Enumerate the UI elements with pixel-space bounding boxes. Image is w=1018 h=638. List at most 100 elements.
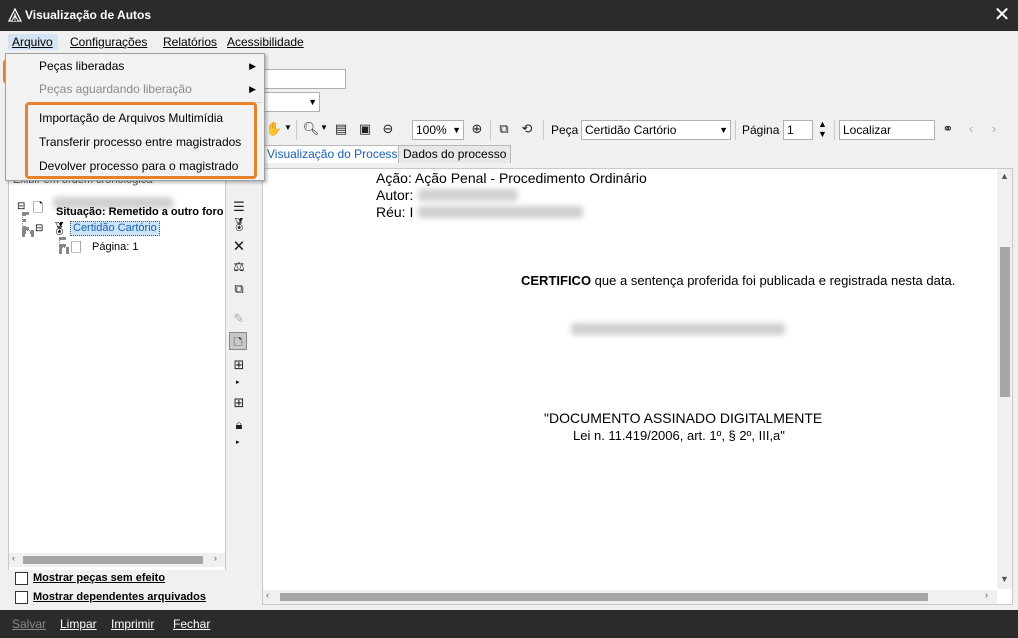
peca-label: Peça <box>551 123 579 137</box>
side-toolstrip: ☰ 🏅︎ 🗙 ⚖ ⧉ ✎ 🗅 ⊞ ▸ ⊞ 🔒︎ ▸ <box>227 168 249 605</box>
menu-bar: Arquivo Configurações Relatórios Acessib… <box>0 31 1018 84</box>
fit-page-icon[interactable]: ▣ <box>356 120 374 138</box>
imprimir-button[interactable]: Imprimir <box>111 617 154 631</box>
tree-collapse-icon[interactable]: ⊟ <box>17 201 25 212</box>
checkbox-sem-efeito-text: Mostrar peças sem efeito <box>33 572 166 584</box>
scroll-left-icon[interactable]: ‹ <box>12 553 15 563</box>
doc-assinado-line2: Lei n. 11.419/2006, art. 1º, § 2º, III,a… <box>573 428 785 443</box>
filter-input[interactable] <box>262 69 346 89</box>
lock-icon[interactable]: 🔒︎ <box>230 416 248 434</box>
menu-configuracoes-label: Configurações <box>70 35 148 49</box>
window-title: Visualização de Autos <box>25 8 152 22</box>
toolbar-divider <box>490 120 491 140</box>
doc-hscroll-thumb[interactable] <box>280 593 928 601</box>
add-note-icon[interactable]: ⊞ <box>230 394 248 412</box>
tree-collapse-icon[interactable]: ⊟ <box>35 223 43 234</box>
tab-visualizacao[interactable]: Visualização do Processo <box>262 145 410 163</box>
doc-certifico: CERTIFICO que a sentença proferida foi p… <box>521 273 955 288</box>
peca-value: Certidão Cartório <box>585 123 677 137</box>
binoculars-icon[interactable]: ⚭ <box>939 120 957 138</box>
zoom-out-icon[interactable]: ⊖ <box>379 120 397 138</box>
doc-reu: Réu: I <box>376 204 414 220</box>
pagina-stepper[interactable]: ▲ ▼ <box>818 119 827 139</box>
peca-select[interactable]: Certidão Cartório ▼ <box>581 120 731 140</box>
redacted-date <box>571 323 785 335</box>
checkbox-sem-efeito[interactable] <box>15 572 28 585</box>
close-icon[interactable]: ✕ <box>992 5 1012 26</box>
fechar-button[interactable]: Fechar <box>173 617 210 631</box>
tree-connector <box>22 230 34 234</box>
fit-width-icon[interactable]: ▤ <box>332 120 350 138</box>
bottom-action-bar: Salvar Limpar Imprimir Fechar <box>0 610 1018 638</box>
tree-hscroll-thumb[interactable] <box>23 556 203 564</box>
actions-highlight-frame <box>25 102 257 179</box>
tree-connector <box>59 247 69 251</box>
hand-tool-icon[interactable]: ✋ <box>265 120 283 138</box>
tab-dados-label: Dados do processo <box>403 147 507 161</box>
scroll-right-icon[interactable]: › <box>985 590 988 600</box>
doc-vscroll-thumb[interactable] <box>1000 247 1010 397</box>
copy-icon[interactable]: ⧉ <box>230 280 248 298</box>
toolbar-divider <box>834 120 835 140</box>
checkbox-arquivados-label: Mostrar dependentes arquivados <box>33 591 206 603</box>
certificate-icon: 🏅︎ <box>51 221 68 236</box>
tree-structure-icon[interactable]: ⊞ <box>230 356 248 374</box>
menu-configuracoes[interactable]: Configurações <box>70 34 147 50</box>
title-bar: Visualização de Autos ✕ <box>0 0 1018 31</box>
chevron-down-icon: ▼ <box>719 125 728 135</box>
tab-visualizacao-label: Visualização do Processo <box>267 147 405 161</box>
document-viewer: Ação: Ação Penal - Procedimento Ordinári… <box>262 168 1013 605</box>
remove-document-icon[interactable]: 🗙 <box>230 236 248 254</box>
tree-hscrollbar[interactable]: ‹ › <box>9 553 225 567</box>
checkbox-arquivados[interactable] <box>15 591 28 604</box>
checkbox-sem-efeito-label: Mostrar peças sem efeito <box>33 572 165 584</box>
limpar-button[interactable]: Limpar <box>60 617 97 631</box>
doc-vscrollbar[interactable]: ▲ ▼ <box>997 169 1012 589</box>
pagina-input[interactable]: 1 <box>783 120 813 140</box>
tab-dados[interactable]: Dados do processo <box>398 145 512 163</box>
search-input[interactable]: Localizar <box>839 120 935 140</box>
tree-connector <box>59 237 63 247</box>
note-icon[interactable]: 🗅 <box>229 332 247 350</box>
tree-item-certidao[interactable]: Certidão Cartório <box>70 221 160 236</box>
menu-relatorios[interactable]: Relatórios <box>163 34 217 50</box>
menu-item-pecas-aguardando[interactable]: Peças aguardando liberação ▶ <box>6 78 264 100</box>
rotate-page-icon[interactable]: ⟲ <box>518 120 536 138</box>
menu-acessibilidade-label: Acessibilidade <box>227 35 304 49</box>
filter-select[interactable]: ▼ <box>262 92 320 112</box>
doc-assinado-line1: "DOCUMENTO ASSINADO DIGITALMENTE <box>544 410 823 426</box>
doc-certifico-bold: CERTIFICO <box>521 273 592 288</box>
search-value: Localizar <box>843 123 892 137</box>
zoom-magnifier-icon[interactable]: 🔍︎ <box>302 120 320 138</box>
chevron-down-icon[interactable]: ▼ <box>320 123 328 132</box>
menu-relatorios-label: Relatórios <box>163 35 218 49</box>
gavel-icon[interactable]: ⚖ <box>230 258 248 276</box>
certificate-tool-icon[interactable]: 🏅︎ <box>230 216 248 234</box>
toolbar: ✋ ▼ 🔍︎ ▼ ▤ ▣ ⊖ 100% ▼ ⊕ ⧉ ⟲ Peça Certidã… <box>262 118 1018 142</box>
expand-arrow-icon[interactable]: ▸ <box>236 438 240 446</box>
menu-item-pecas-liberadas[interactable]: Peças liberadas ▶ <box>6 55 264 77</box>
menu-item-pecas-aguardando-label: Peças aguardando liberação <box>39 82 192 96</box>
submenu-arrow-icon: ▶ <box>249 61 256 71</box>
zoom-in-icon[interactable]: ⊕ <box>468 120 486 138</box>
toolbar-divider <box>296 120 297 140</box>
export-page-icon[interactable]: ⧉ <box>495 120 513 138</box>
previous-result-icon[interactable]: ‹ <box>962 120 980 138</box>
zoom-select[interactable]: 100% ▼ <box>412 120 464 140</box>
menu-item-pecas-liberadas-label: Peças liberadas <box>39 59 125 73</box>
next-result-icon[interactable]: › <box>985 120 1003 138</box>
menu-arquivo[interactable]: Arquivo <box>8 34 58 50</box>
list-icon[interactable]: ☰ <box>230 198 248 216</box>
expand-arrow-icon[interactable]: ▸ <box>236 378 240 386</box>
doc-hscrollbar[interactable]: ‹ › <box>263 590 997 604</box>
salvar-button[interactable]: Salvar <box>12 617 46 631</box>
scroll-right-icon[interactable]: › <box>214 553 217 563</box>
menu-acessibilidade[interactable]: Acessibilidade <box>227 34 304 50</box>
scroll-up-icon[interactable]: ▲ <box>1000 171 1009 181</box>
tree-options: Mostrar peças sem efeito Mostrar depende… <box>8 570 226 606</box>
scroll-down-icon[interactable]: ▼ <box>1000 574 1009 584</box>
tree-item-pagina[interactable]: Página: 1 <box>92 241 138 253</box>
scroll-left-icon[interactable]: ‹ <box>266 590 269 600</box>
chevron-down-icon[interactable]: ▼ <box>284 123 292 132</box>
disabled-tool-icon[interactable]: ✎ <box>230 310 248 328</box>
